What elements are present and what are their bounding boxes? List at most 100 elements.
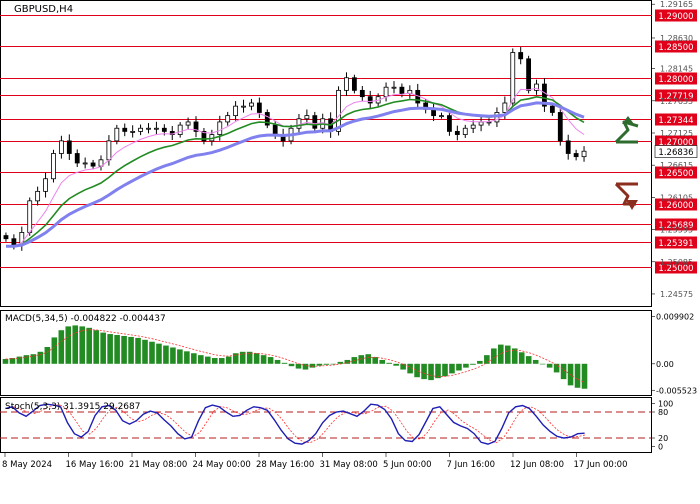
candle-body — [454, 131, 460, 135]
macd-bar — [581, 363, 588, 389]
macd-bar — [2, 358, 9, 364]
candle-body — [154, 127, 159, 130]
candle-body — [510, 52, 516, 104]
macd-bar — [337, 361, 344, 364]
candle — [557, 107, 563, 146]
macd-bar — [79, 326, 86, 364]
macd-bar — [518, 352, 525, 364]
candle-body — [581, 150, 587, 158]
candle-body — [462, 127, 468, 135]
candle — [526, 55, 532, 94]
macd-bar — [86, 327, 92, 364]
macd-bar — [428, 363, 434, 381]
macd-bar — [470, 363, 476, 365]
macd-axis-label: 0.009902 — [656, 312, 694, 321]
macd-bar — [30, 354, 37, 364]
candle-body — [439, 115, 444, 118]
candle-body — [3, 235, 9, 240]
macd-bar — [435, 363, 441, 379]
macd-bar — [511, 348, 518, 364]
candle-body — [312, 115, 318, 129]
macd-bar — [574, 363, 581, 388]
candle-body — [35, 190, 41, 202]
candle-body — [351, 77, 357, 91]
macd-axis-label: 0.00 — [656, 360, 674, 369]
macd-bar — [316, 363, 323, 366]
macd-bar — [323, 363, 330, 365]
macd-bar — [553, 363, 560, 373]
candle-body — [518, 52, 524, 60]
price-axis-label: 1.26105 — [660, 193, 693, 202]
macd-bar — [539, 363, 546, 365]
x-axis-label: 16 May 16:00 — [66, 460, 124, 470]
level-label-text: 1.25391 — [658, 239, 693, 249]
stoch-axis-label: 0 — [658, 443, 663, 452]
macd-bar — [163, 345, 169, 364]
macd-bar — [400, 363, 406, 370]
price-axis-label: 1.28630 — [660, 34, 693, 43]
candle-body — [557, 112, 563, 142]
candle-body — [359, 89, 365, 98]
x-axis-label: 17 Jun 00:00 — [574, 460, 628, 470]
candle-body — [11, 238, 17, 246]
stoch-axis-label: 80 — [658, 408, 668, 417]
macd-panel-title: MACD(5,34,5) -0.004822 -0.004437 — [5, 314, 166, 324]
candle-body — [74, 153, 80, 164]
macd-bar — [44, 347, 51, 364]
macd-bar — [51, 337, 58, 364]
candle-body — [336, 89, 341, 132]
x-axis-label: 21 May 08:00 — [129, 460, 187, 470]
current-price-text: 1.26836 — [658, 148, 693, 158]
stoch-axis-label: 20 — [658, 434, 668, 443]
candle-body — [470, 124, 476, 129]
candle-body — [249, 102, 254, 107]
candle-body — [185, 121, 191, 126]
level-label-text: 1.28500 — [658, 43, 693, 53]
candle-body — [90, 162, 96, 167]
macd-bar — [114, 335, 120, 364]
macd-bar — [93, 330, 99, 364]
price-axis-label: 1.27125 — [660, 129, 693, 138]
candle-body — [241, 105, 246, 108]
macd-bar — [560, 363, 567, 380]
macd-bar — [442, 363, 448, 377]
macd-bar — [498, 344, 504, 364]
macd-bar — [156, 343, 162, 364]
macd-bar — [142, 339, 148, 364]
macd-bar — [491, 348, 497, 364]
candle-body — [573, 153, 579, 158]
stoch-panel-title: Stoch(5,3,3) 31.3915 29.2687 — [5, 402, 140, 412]
macd-bar — [211, 358, 218, 364]
candle-body — [233, 105, 239, 117]
macd-bar — [421, 363, 427, 380]
macd-bar — [379, 359, 385, 364]
macd-bar — [184, 351, 190, 364]
candle-body — [565, 140, 571, 154]
candle-body — [391, 86, 397, 89]
macd-bar — [449, 363, 455, 374]
candle-body — [66, 140, 72, 154]
price-axis-label: 1.29165 — [660, 0, 693, 9]
macd-bar — [253, 353, 260, 364]
x-axis-label: 28 May 16:00 — [256, 460, 314, 470]
macd-bar — [546, 363, 553, 368]
macd-bar — [344, 359, 351, 364]
candle-body — [114, 127, 120, 142]
macd-bar — [72, 325, 79, 364]
level-label: 1.29000 — [655, 9, 697, 22]
level-label-text: 1.27344 — [658, 116, 693, 126]
level-label: 1.28000 — [655, 72, 697, 85]
macd-bar — [198, 355, 204, 364]
macd-bar — [372, 357, 379, 364]
candle-body — [296, 118, 302, 129]
candle — [351, 74, 357, 94]
candle-body — [106, 140, 112, 161]
candle-body — [217, 121, 223, 135]
current-price-label: 1.26836 — [654, 145, 698, 158]
candle-body — [399, 86, 405, 94]
macd-bar — [177, 349, 183, 364]
level-label: 1.27344 — [655, 113, 697, 126]
macd-axis-label: -0.005523 — [656, 386, 697, 395]
stoch-axis-label: 100 — [658, 399, 673, 408]
macd-bar — [135, 337, 141, 364]
